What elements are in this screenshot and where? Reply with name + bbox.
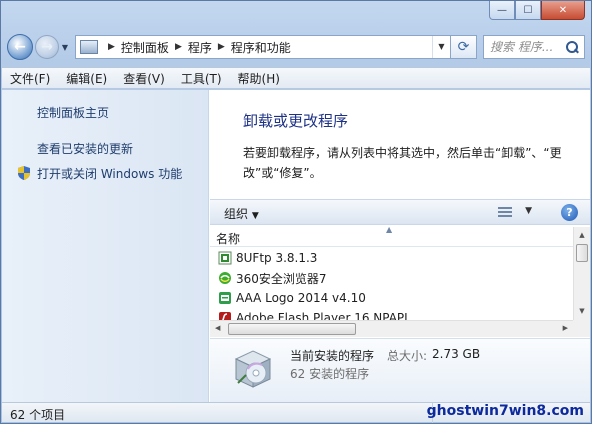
breadcrumb-programs-and-features[interactable]: 程序和功能 <box>231 39 291 56</box>
page-title: 卸载或更改程序 <box>243 112 349 130</box>
scroll-up-icon[interactable]: ▲ <box>576 231 588 239</box>
program-name: 360安全浏览器7 <box>236 271 327 286</box>
command-bar: 组织 ▼ ▼ ? <box>210 199 590 225</box>
forward-button[interactable]: → <box>35 35 59 59</box>
search-icon[interactable] <box>566 41 578 53</box>
installer-package-icon <box>234 350 272 388</box>
organize-button[interactable]: 组织 ▼ <box>224 205 259 222</box>
breadcrumb-control-panel[interactable]: 控制面板 <box>121 39 169 56</box>
address-dropdown-icon[interactable]: ▼ <box>432 36 450 58</box>
program-name: Adobe Flash Player 16 NPAPI <box>236 311 408 320</box>
horizontal-scrollbar[interactable]: ◀ ▶ <box>210 320 573 337</box>
scroll-right-icon[interactable]: ▶ <box>563 324 568 332</box>
list-item[interactable]: AAA Logo 2014 v4.10 <box>210 288 573 308</box>
address-bar[interactable]: ▶ 控制面板 ▶ 程序 ▶ 程序和功能 ▼ <box>75 35 451 59</box>
details-pane: 当前安装的程序 总大小: 2.73 GB 62 安装的程序 <box>210 338 590 403</box>
total-size-value: 2.73 GB <box>432 347 481 361</box>
shield-icon <box>18 166 30 180</box>
menu-bar: 文件(F) 编辑(E) 查看(V) 工具(T) 帮助(H) <box>2 67 590 89</box>
view-installed-updates-link[interactable]: 查看已安装的更新 <box>37 140 133 157</box>
close-button[interactable]: ✕ <box>541 1 585 20</box>
program-name: 8UFtp 3.8.1.3 <box>236 251 318 265</box>
list-column-header[interactable]: ▲ 名称 <box>210 225 590 247</box>
menu-edit[interactable]: 编辑(E) <box>66 70 107 87</box>
refresh-icon: ⟳ <box>457 39 470 55</box>
item-count: 62 个项目 <box>10 408 66 422</box>
maximize-button[interactable]: ☐ <box>515 1 541 20</box>
installed-programs-title: 当前安装的程序 <box>290 349 375 363</box>
main-pane: 卸载或更改程序 若要卸载程序，请从列表中将其选中，然后单击“卸载”、“更改”或“… <box>210 90 590 403</box>
windows-features-link[interactable]: 打开或关闭 Windows 功能 <box>37 165 182 182</box>
control-panel-icon <box>80 40 98 54</box>
column-name-label[interactable]: 名称 <box>216 230 240 247</box>
browser-360-icon <box>219 272 231 284</box>
view-dropdown-icon[interactable]: ▼ <box>525 206 532 216</box>
ftp-icon <box>218 251 232 265</box>
address-row: ← → ▼ ▶ 控制面板 ▶ 程序 ▶ 程序和功能 ▼ ⟳ <box>7 31 585 63</box>
control-panel-home-link[interactable]: 控制面板主页 <box>37 104 109 121</box>
search-input[interactable] <box>490 40 560 54</box>
breadcrumb-separator-icon[interactable]: ▶ <box>108 42 115 52</box>
flash-icon <box>219 312 231 320</box>
list-item[interactable]: Adobe Flash Player 16 NPAPI <box>210 308 573 320</box>
content-area: 控制面板主页 查看已安装的更新 打开或关闭 Windows 功能 卸载或更改程序… <box>2 90 590 403</box>
search-box[interactable] <box>483 35 585 59</box>
vertical-scrollbar[interactable]: ▲ ▼ <box>573 227 590 320</box>
logo-app-icon <box>219 292 231 304</box>
help-icon[interactable]: ? <box>561 204 578 221</box>
chevron-down-icon: ▼ <box>251 211 259 221</box>
scroll-left-icon[interactable]: ◀ <box>215 324 220 332</box>
horizontal-scroll-thumb[interactable] <box>228 323 356 335</box>
back-button[interactable]: ← <box>7 34 33 60</box>
menu-tools[interactable]: 工具(T) <box>181 70 222 87</box>
caption-buttons: — ☐ ✕ <box>489 1 585 21</box>
scrollbar-corner <box>573 320 590 337</box>
list-item[interactable]: 360安全浏览器7 <box>210 268 573 288</box>
installed-count: 62 安装的程序 <box>290 367 370 381</box>
status-bar: 62 个项目 ghostwin7win8.com <box>2 402 590 423</box>
view-options-icon[interactable] <box>498 207 512 217</box>
scroll-down-icon[interactable]: ▼ <box>576 307 588 315</box>
watermark: ghostwin7win8.com <box>426 403 584 419</box>
list-item[interactable]: 8UFtp 3.8.1.3 <box>210 248 573 268</box>
menu-help[interactable]: 帮助(H) <box>238 70 280 87</box>
back-arrow-icon: ← <box>14 39 26 55</box>
minimize-button[interactable]: — <box>489 1 515 20</box>
menu-file[interactable]: 文件(F) <box>10 70 50 87</box>
forward-arrow-icon: → <box>41 39 53 55</box>
page-description: 若要卸载程序，请从列表中将其选中，然后单击“卸载”、“更改”或“修复”。 <box>243 146 562 180</box>
breadcrumb-separator-icon[interactable]: ▶ <box>218 42 225 52</box>
menu-view[interactable]: 查看(V) <box>123 70 165 87</box>
refresh-button[interactable]: ⟳ <box>451 35 477 59</box>
breadcrumb-programs[interactable]: 程序 <box>188 39 212 56</box>
program-name: AAA Logo 2014 v4.10 <box>236 291 366 305</box>
vertical-scroll-thumb[interactable] <box>576 244 588 262</box>
program-list[interactable]: 8UFtp 3.8.1.3 360安全浏览器7 AAA Logo 2014 v4… <box>210 248 573 320</box>
total-size-label: 总大小: <box>387 349 428 363</box>
breadcrumb-separator-icon[interactable]: ▶ <box>175 42 182 52</box>
recent-pages-dropdown[interactable]: ▼ <box>59 43 71 52</box>
sort-ascending-icon: ▲ <box>386 225 393 234</box>
programs-and-features-window: — ☐ ✕ ← → ▼ ▶ 控制面板 ▶ 程序 ▶ 程序和功能 ▼ ⟳ 文 <box>0 0 592 424</box>
task-pane: 控制面板主页 查看已安装的更新 打开或关闭 Windows 功能 <box>2 90 209 403</box>
